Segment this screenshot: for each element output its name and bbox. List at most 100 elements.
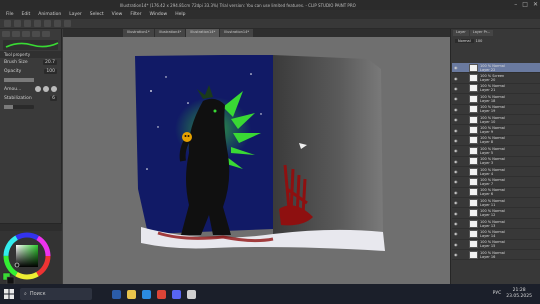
layer-row[interactable]: ◉ 100 % Normal Layer 3 bbox=[452, 157, 540, 167]
color-wheel[interactable] bbox=[0, 231, 62, 285]
opacity-slider[interactable] bbox=[4, 78, 34, 82]
eye-icon[interactable]: ◉ bbox=[454, 169, 459, 174]
eye-icon[interactable]: ◉ bbox=[454, 65, 459, 70]
layer-row[interactable]: ◉ 100 % Normal Layer 18 bbox=[452, 94, 540, 105]
layer-row[interactable]: ◉ 100 % Normal Layer 16 bbox=[452, 250, 540, 261]
transform-icon[interactable] bbox=[64, 20, 71, 27]
menu-window[interactable]: Window bbox=[149, 12, 167, 17]
taskbar-search[interactable]: ⌕ Поиск bbox=[20, 288, 92, 300]
eye-icon[interactable]: ◉ bbox=[454, 128, 459, 133]
eye-icon[interactable]: ◉ bbox=[454, 211, 459, 216]
maximize-button[interactable]: □ bbox=[522, 1, 528, 8]
clock[interactable]: 21:28 23.05.2025 bbox=[506, 288, 532, 299]
layer-row[interactable]: ◉ 100 % Normal Layer 19 bbox=[452, 105, 540, 115]
sub-color-swatch[interactable] bbox=[6, 276, 15, 285]
amount-option-1[interactable] bbox=[35, 86, 41, 92]
opacity-row[interactable]: Opacity 100 bbox=[0, 67, 61, 76]
redo-icon[interactable] bbox=[44, 20, 51, 27]
blend-mode-select[interactable]: Normal bbox=[455, 39, 474, 43]
layer-row[interactable]: ◉ 100 % Normal Layer 10 bbox=[452, 115, 540, 126]
menu-file[interactable]: File bbox=[6, 12, 14, 17]
eye-icon[interactable]: ◉ bbox=[454, 86, 459, 91]
menu-select[interactable]: Select bbox=[90, 12, 104, 17]
discord-icon[interactable] bbox=[172, 289, 181, 299]
tab-layer[interactable]: Layer bbox=[453, 30, 469, 36]
tool-tab-eraser[interactable] bbox=[42, 31, 50, 37]
menu-animation[interactable]: Animation bbox=[38, 12, 61, 17]
eye-icon[interactable]: ◉ bbox=[454, 179, 459, 184]
tab-layer-property[interactable]: Layer Pr... bbox=[469, 30, 494, 36]
layer-row[interactable]: ◉ 100 % Normal Layer 6 bbox=[452, 188, 540, 199]
brush-size-row[interactable]: Brush Size 20.7 bbox=[0, 58, 61, 67]
opacity-value[interactable]: 100 bbox=[44, 69, 57, 74]
menu-filter[interactable]: Filter bbox=[130, 12, 141, 17]
edge-icon[interactable] bbox=[142, 289, 151, 299]
menu-edit[interactable]: Edit bbox=[22, 12, 31, 17]
brush-stroke-preview[interactable] bbox=[3, 40, 59, 50]
tool-tab-pencil[interactable] bbox=[12, 31, 20, 37]
eye-icon[interactable]: ◉ bbox=[454, 107, 459, 112]
canvas-viewport[interactable] bbox=[63, 29, 450, 284]
amount-option-2[interactable] bbox=[43, 86, 49, 92]
artwork-canvas[interactable] bbox=[63, 29, 450, 284]
brush-size-value[interactable]: 20.7 bbox=[42, 60, 57, 65]
language-indicator[interactable]: РУС bbox=[493, 291, 502, 296]
eye-icon[interactable]: ◉ bbox=[454, 231, 459, 236]
layer-opacity-value[interactable]: 100 bbox=[476, 39, 483, 43]
windows-start-icon[interactable] bbox=[4, 289, 14, 299]
layer-row[interactable]: ◉ 100 % Normal Layer 13 bbox=[452, 219, 540, 230]
open-icon[interactable] bbox=[14, 20, 21, 27]
doc-tab-2[interactable]: Illustration4* bbox=[154, 29, 186, 37]
stabilization-value[interactable]: 6 bbox=[50, 96, 57, 101]
eye-icon[interactable]: ◉ bbox=[454, 242, 459, 247]
layer-row[interactable]: ◉ 100 % Normal Layer 11 bbox=[452, 198, 540, 209]
menu-layer[interactable]: Layer bbox=[69, 12, 82, 17]
doc-tab-1[interactable]: Illustration1* bbox=[123, 29, 154, 37]
eye-icon[interactable]: ◉ bbox=[454, 117, 459, 122]
eye-icon[interactable]: ◉ bbox=[454, 76, 459, 81]
layer-row[interactable]: ◉ 100 % Normal Layer 22 bbox=[452, 63, 540, 74]
layer-row[interactable]: ◉ 100 % Normal Layer 4 bbox=[452, 167, 540, 178]
layer-row[interactable]: ◉ 100 % Normal Layer 12 bbox=[452, 208, 540, 219]
minimize-button[interactable]: – bbox=[514, 1, 517, 8]
eye-icon[interactable]: ◉ bbox=[454, 190, 459, 195]
layer-row[interactable]: ◉ 100 % Normal Layer 7 bbox=[452, 177, 540, 188]
eye-icon[interactable]: ◉ bbox=[454, 159, 459, 164]
opacity-slider-row[interactable] bbox=[0, 76, 61, 84]
layer-row[interactable]: ◉ 100 % Screen Layer 20 bbox=[452, 73, 540, 84]
layer-row[interactable]: ◉ 100 % Normal Layer 14 bbox=[452, 229, 540, 240]
layer-row[interactable]: ◉ 100 % Normal Layer 9 bbox=[452, 125, 540, 136]
close-button[interactable]: ✕ bbox=[533, 1, 538, 8]
menu-view[interactable]: View bbox=[112, 12, 123, 17]
clear-icon[interactable] bbox=[54, 20, 61, 27]
layer-row[interactable]: ◉ 100 % Normal Layer 21 bbox=[452, 84, 540, 95]
layer-row[interactable]: ◉ 100 % Normal Layer 15 bbox=[452, 240, 540, 251]
task-view-icon[interactable] bbox=[112, 289, 121, 299]
doc-tab-4[interactable]: Illustration14* bbox=[220, 29, 254, 37]
eye-icon[interactable]: ◉ bbox=[454, 138, 459, 143]
eye-icon[interactable]: ◉ bbox=[454, 221, 459, 226]
eye-icon[interactable]: ◉ bbox=[454, 96, 459, 101]
save-icon[interactable] bbox=[24, 20, 31, 27]
eye-icon[interactable]: ◉ bbox=[454, 148, 459, 153]
amount-option-3[interactable] bbox=[51, 86, 57, 92]
chrome-icon[interactable] bbox=[157, 289, 166, 299]
undo-icon[interactable] bbox=[34, 20, 41, 27]
doc-tab-3[interactable]: Illustration14* bbox=[186, 29, 220, 37]
file-explorer-icon[interactable] bbox=[127, 289, 136, 299]
new-icon[interactable] bbox=[4, 20, 11, 27]
clip-studio-icon[interactable] bbox=[187, 289, 196, 299]
amount-options[interactable] bbox=[35, 86, 57, 92]
eye-icon[interactable]: ◉ bbox=[454, 200, 459, 205]
eye-icon[interactable]: ◉ bbox=[454, 252, 459, 257]
stabilization-slider[interactable] bbox=[4, 105, 34, 109]
menu-help[interactable]: Help bbox=[175, 12, 185, 17]
amount-row[interactable]: Amou... bbox=[0, 84, 61, 94]
layer-row[interactable]: ◉ 100 % Normal Layer 8 bbox=[452, 136, 540, 147]
stabilization-row[interactable]: Stabilization 6 bbox=[0, 94, 61, 103]
tool-tab-pen[interactable] bbox=[2, 31, 10, 37]
stabilization-slider-row[interactable] bbox=[0, 103, 61, 111]
tool-tab-airbrush[interactable] bbox=[32, 31, 40, 37]
tool-tab-brush[interactable] bbox=[22, 31, 30, 37]
layer-row[interactable]: ◉ 100 % Normal Layer 5 bbox=[452, 146, 540, 157]
